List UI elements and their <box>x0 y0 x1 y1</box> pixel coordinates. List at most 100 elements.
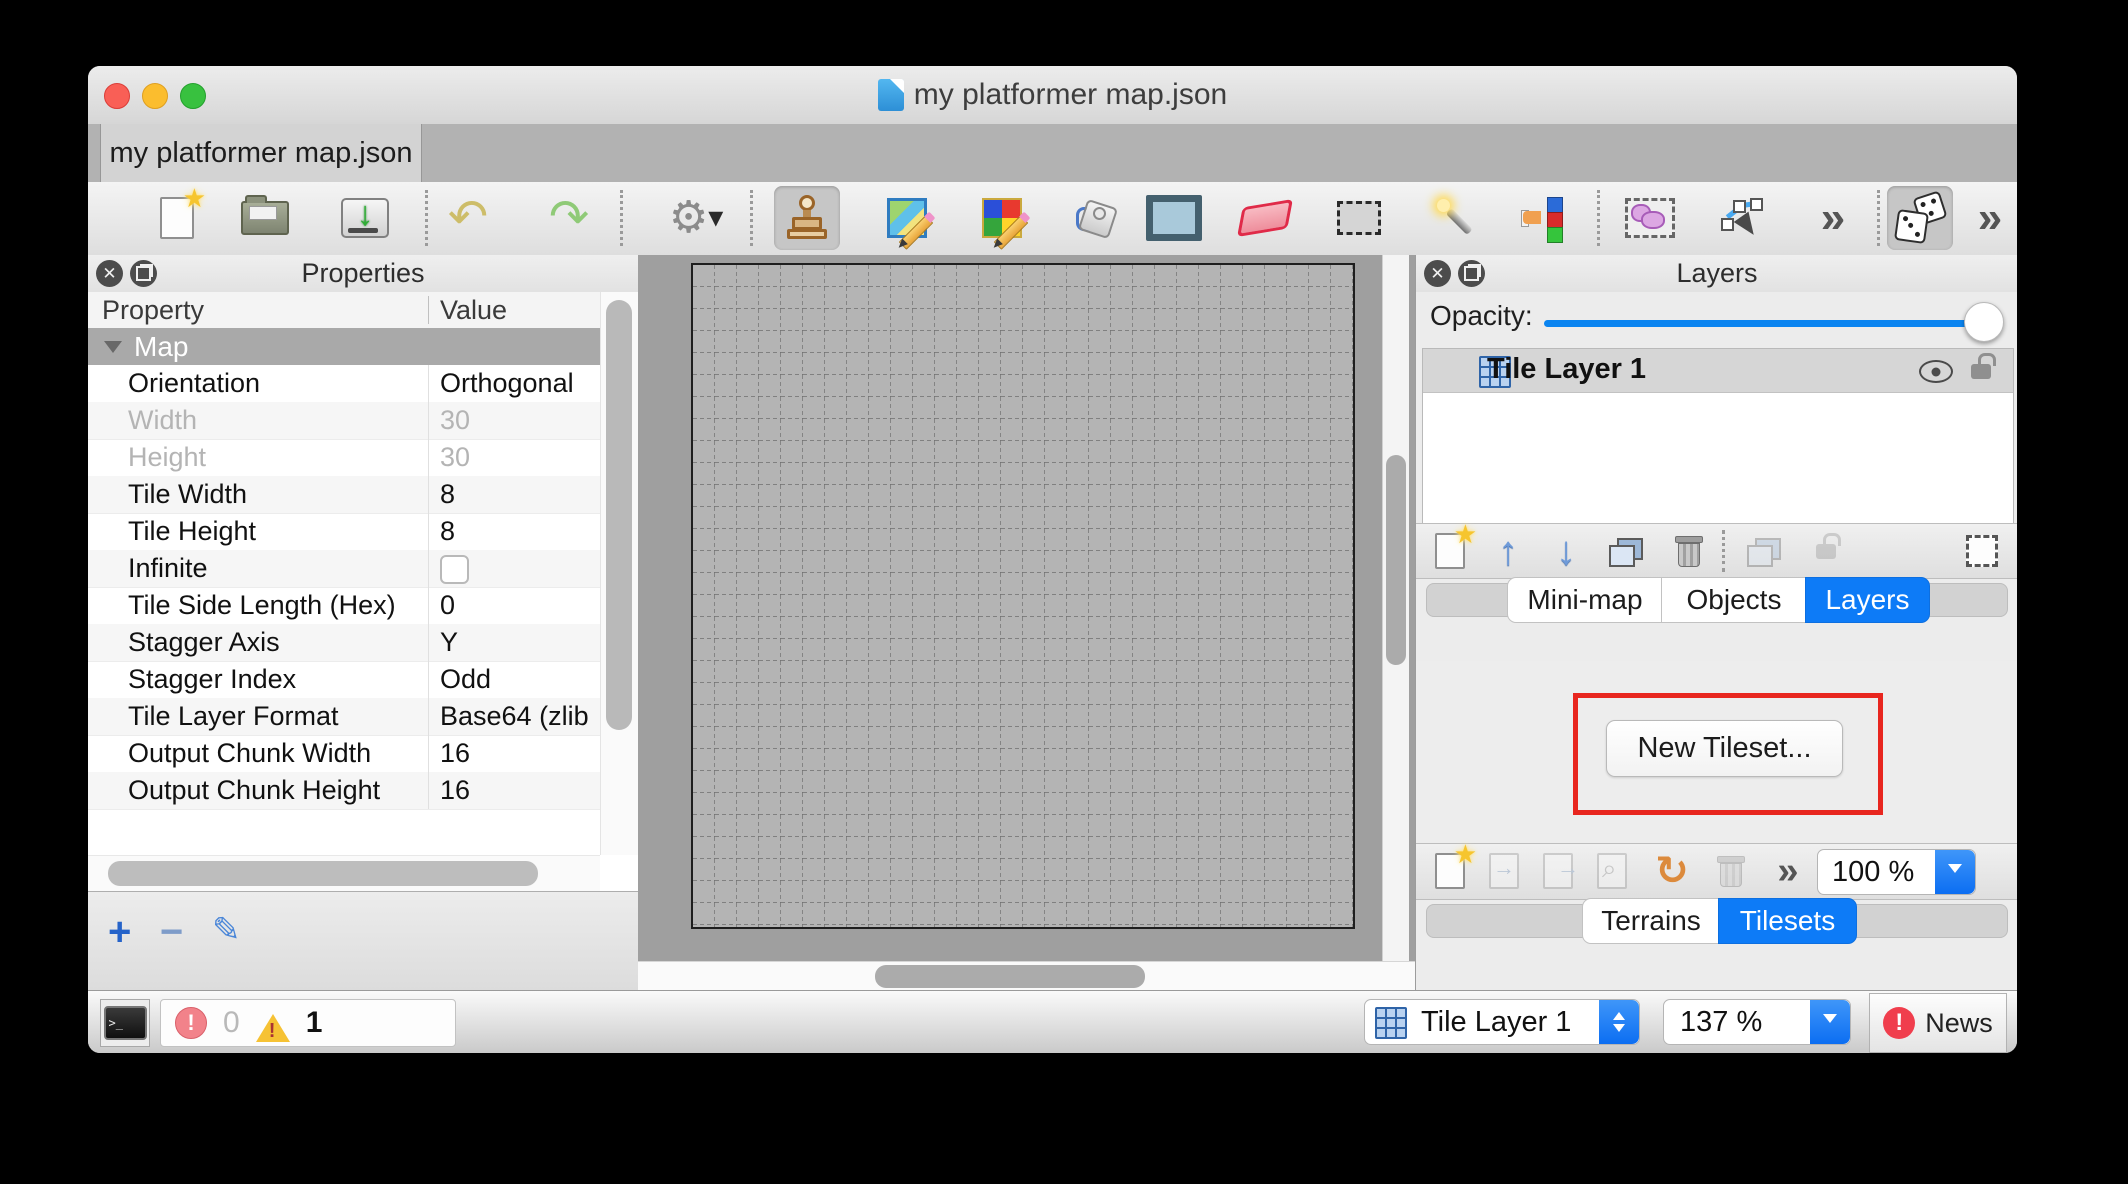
property-row[interactable]: Tile Side Length (Hex)0 <box>88 587 600 625</box>
map-zoom-combobox[interactable]: 137 % <box>1663 999 1851 1045</box>
lower-layer-button[interactable]: ↓ <box>1540 529 1592 573</box>
select-same-tile-button[interactable] <box>1509 186 1575 250</box>
edit-polygons-icon <box>1721 198 1765 238</box>
property-row[interactable]: Infinite <box>88 550 600 588</box>
news-button[interactable]: ! News <box>1869 993 2007 1053</box>
layer-visibility-eye-icon[interactable] <box>1919 360 1953 383</box>
float-panel-icon[interactable] <box>130 260 157 287</box>
raise-layer-button[interactable]: ↑ <box>1482 529 1534 573</box>
redo-button[interactable]: ↷ <box>536 186 602 250</box>
remove-tileset-button[interactable] <box>1704 849 1756 893</box>
random-mode-button[interactable] <box>1887 186 1953 250</box>
property-row[interactable]: Stagger IndexOdd <box>88 661 600 699</box>
property-row[interactable]: Output Chunk Height16 <box>88 772 600 810</box>
bucket-fill-icon <box>1074 197 1116 239</box>
tab-terrains[interactable]: Terrains <box>1582 898 1720 944</box>
property-row[interactable]: Stagger AxisY <box>88 624 600 662</box>
eraser-button[interactable] <box>1232 186 1298 250</box>
open-file-button[interactable] <box>232 186 298 250</box>
scrollbar-thumb[interactable] <box>875 965 1145 988</box>
current-layer-combobox[interactable]: Tile Layer 1 <box>1364 999 1640 1045</box>
property-row[interactable]: Tile Layer FormatBase64 (zlib compressed… <box>88 698 600 736</box>
dropdown-button[interactable] <box>1810 1000 1850 1044</box>
canvas-horizontal-scrollbar[interactable] <box>638 961 1415 991</box>
canvas-vertical-scrollbar[interactable] <box>1382 255 1409 961</box>
edit-tileset-button[interactable]: ⌕ <box>1586 849 1638 893</box>
tab-tilesets[interactable]: Tilesets <box>1718 898 1857 944</box>
property-row[interactable]: Tile Width8 <box>88 476 600 514</box>
properties-vertical-scrollbar[interactable] <box>600 292 639 855</box>
edit-polygons-button[interactable] <box>1710 186 1776 250</box>
bucket-fill-button[interactable] <box>1062 186 1128 250</box>
status-bar: >_ ! 0 ! 1 Tile Layer 1 137 % ! News <box>88 990 2017 1053</box>
stamp-brush-button[interactable] <box>774 186 840 250</box>
property-row[interactable]: Height30 <box>88 439 600 477</box>
tab-layers[interactable]: Layers <box>1805 577 1930 623</box>
new-map-button[interactable]: ★ <box>144 186 210 250</box>
layer-unlocked-icon[interactable] <box>1971 364 1991 379</box>
toolbar-overflow-button[interactable]: » <box>1800 186 1866 250</box>
tileset-zoom-combobox[interactable]: 100 % <box>1817 849 1976 895</box>
opacity-slider[interactable] <box>1544 320 1984 327</box>
run-commands-button[interactable]: ⚙ ▾ <box>648 186 744 250</box>
lock-layers-button[interactable] <box>1800 529 1852 573</box>
shape-fill-button[interactable] <box>1141 186 1207 250</box>
opacity-label: Opacity: <box>1430 300 1533 332</box>
tilesets-overflow-button[interactable]: » <box>1762 849 1814 893</box>
scrollbar-thumb[interactable] <box>1386 455 1406 665</box>
terrain-brush-button[interactable] <box>874 186 940 250</box>
close-panel-icon[interactable]: ✕ <box>96 260 123 287</box>
edit-property-button[interactable]: ✎ <box>212 910 241 950</box>
remove-layer-button[interactable] <box>1662 529 1714 573</box>
layer-name: Tile Layer 1 <box>1487 353 1646 386</box>
magic-wand-button[interactable] <box>1417 186 1483 250</box>
toolbar-overflow-button-2[interactable]: » <box>1957 186 2017 250</box>
property-row[interactable]: Width30 <box>88 402 600 440</box>
duplicate-layer-button[interactable] <box>1598 529 1650 573</box>
tab-mini-map[interactable]: Mini-map <box>1507 577 1663 623</box>
layer-row-tile-layer-1[interactable]: Tile Layer 1 <box>1423 349 2013 393</box>
close-panel-icon[interactable]: ✕ <box>1424 260 1451 287</box>
trash-icon <box>1717 856 1743 886</box>
property-row[interactable]: OrientationOrthogonal <box>88 365 600 403</box>
rectangular-select-button[interactable] <box>1326 186 1392 250</box>
remove-property-button[interactable]: − <box>160 910 183 955</box>
terrain-brush-icon <box>887 198 927 238</box>
reload-tileset-button[interactable]: ↻ <box>1646 849 1698 893</box>
properties-panel-header: ✕ Properties <box>88 255 638 293</box>
float-panel-icon[interactable] <box>1458 260 1485 287</box>
collapse-triangle-icon[interactable] <box>104 341 122 362</box>
infinite-checkbox[interactable] <box>440 555 469 584</box>
dropdown-button[interactable] <box>1935 850 1975 894</box>
opacity-slider-knob[interactable] <box>1964 302 2004 342</box>
scrollbar-thumb[interactable] <box>108 861 538 886</box>
map-grid[interactable] <box>691 263 1355 929</box>
app-window: my platformer map.json my platformer map… <box>88 66 2017 1053</box>
property-row[interactable]: Output Chunk Width16 <box>88 735 600 773</box>
news-alert-icon: ! <box>1883 1007 1915 1039</box>
new-layer-button[interactable]: ★ <box>1424 529 1476 573</box>
new-tileset-toolbar-button[interactable]: ★ <box>1424 849 1476 893</box>
property-group-map[interactable]: Map <box>88 328 600 365</box>
save-button[interactable]: ↓ <box>332 186 398 250</box>
console-button[interactable]: >_ <box>100 999 150 1047</box>
properties-footer: + − ✎ <box>88 891 638 991</box>
highlight-current-layer-button[interactable] <box>1956 529 2008 573</box>
select-objects-button[interactable] <box>1617 186 1683 250</box>
document-tab[interactable]: my platformer map.json <box>100 124 422 182</box>
property-row[interactable]: Tile Height8 <box>88 513 600 551</box>
embed-tileset-button[interactable]: → <box>1478 849 1530 893</box>
scrollbar-thumb[interactable] <box>606 300 632 730</box>
toggle-other-layers-button[interactable] <box>1736 529 1788 573</box>
save-icon: ↓ <box>341 198 389 238</box>
tab-objects[interactable]: Objects <box>1661 577 1807 623</box>
messages-summary[interactable]: ! 0 ! 1 <box>160 999 456 1047</box>
undo-button[interactable]: ↶ <box>435 186 501 250</box>
trash-icon <box>1675 536 1701 566</box>
stepper-button[interactable] <box>1599 1000 1639 1044</box>
map-canvas-area[interactable] <box>638 255 1415 990</box>
properties-horizontal-scrollbar[interactable] <box>88 855 600 892</box>
wang-brush-button[interactable] <box>969 186 1035 250</box>
export-tileset-button[interactable]: → <box>1532 849 1584 893</box>
add-property-button[interactable]: + <box>108 910 131 955</box>
